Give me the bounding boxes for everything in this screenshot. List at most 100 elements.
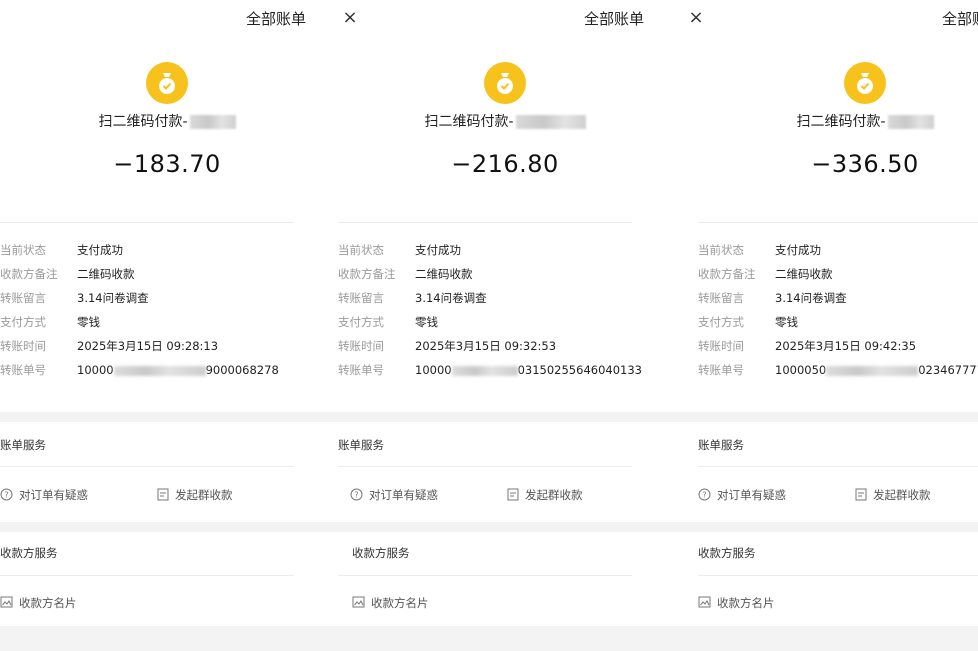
svg-text:?: ? [4,490,8,499]
bottom-band [678,626,978,651]
detail-label: 转账时间 [698,339,744,353]
section-gap [332,412,678,422]
bottom-band [332,626,678,651]
order-query-button[interactable]: ? 对订单有疑惑 [350,487,438,504]
detail-label: 转账单号 [698,363,744,377]
divider [698,466,978,467]
close-icon[interactable]: × [686,6,706,30]
detail-value: 支付成功 [775,243,821,257]
detail-label: 支付方式 [0,315,46,329]
group-collect-button[interactable]: 发起群收款 [507,487,583,504]
close-icon[interactable]: × [340,6,360,30]
detail-value: 二维码收款 [77,267,135,281]
detail-value: 支付成功 [77,243,123,257]
document-icon [507,488,519,504]
bill-detail-panel-2: × 全部账单 扫二维码付款- −216.80 当前状态 支付成功 收款方备注 二维码… [332,0,678,651]
payee-service-title: 收款方服务 [698,546,756,560]
detail-value: 支付成功 [415,243,461,257]
detail-value: 2025年3月15日 09:42:35 [775,339,917,353]
bill-service-title: 账单服务 [698,438,744,452]
divider [0,222,294,223]
all-bills-link[interactable]: 全部账单 [942,8,978,29]
document-icon [855,488,867,504]
redacted-serial [113,365,206,376]
order-query-button[interactable]: ? 对订单有疑惑 [698,487,786,504]
detail-value: 零钱 [775,315,798,329]
section-gap [332,522,678,532]
image-card-icon [352,596,365,611]
payment-amount: −216.80 [451,150,559,178]
bill-service-title: 账单服务 [338,438,384,452]
section-gap [678,522,978,532]
detail-label: 转账留言 [698,291,744,305]
payee-card-button[interactable]: 收款方名片 [352,595,429,611]
redacted-serial [826,365,919,376]
payee-card-button[interactable]: 收款方名片 [0,595,77,611]
document-icon [157,488,169,504]
detail-value: 二维码收款 [415,267,473,281]
bill-detail-panel-3: × 全部账单 扫二维码付款- −336.50 当前状态 支付成功 收款方备注 二维码… [678,0,978,651]
question-circle-icon: ? [698,488,711,504]
divider [698,222,978,223]
screenshot-strip: 全部账单 扫二维码付款- −183.70 当前状态 支付成功 收款方备注 二维码收款… [0,0,978,651]
detail-label: 转账留言 [0,291,46,305]
money-bag-icon [844,62,886,104]
detail-value: 3.14问卷调查 [415,291,487,305]
image-card-icon [0,596,13,611]
order-query-button[interactable]: ? 对订单有疑惑 [0,487,88,504]
question-circle-icon: ? [0,488,13,504]
all-bills-link[interactable]: 全部账单 [584,8,644,29]
detail-label: 转账单号 [0,363,46,377]
detail-label: 当前状态 [0,243,46,257]
detail-label: 转账留言 [338,291,384,305]
all-bills-link[interactable]: 全部账单 [246,8,306,29]
merchant-name: 扫二维码付款- [332,111,678,131]
payee-card-button[interactable]: 收款方名片 [698,595,775,611]
detail-value: 2025年3月15日 09:32:53 [415,339,557,353]
question-circle-icon: ? [350,488,363,504]
detail-label: 转账时间 [338,339,384,353]
detail-label: 转账时间 [0,339,46,353]
detail-label: 支付方式 [698,315,744,329]
serial-number: 10000 03150255646040133 [415,363,642,377]
divider [338,575,632,576]
redacted-merchant [189,115,236,129]
detail-label: 支付方式 [338,315,384,329]
merchant-name: 扫二维码付款- [678,111,978,131]
detail-value: 二维码收款 [775,267,833,281]
bill-service-title: 账单服务 [0,438,46,452]
detail-label: 收款方备注 [698,267,756,281]
payment-amount: −183.70 [113,150,221,178]
divider [338,222,632,223]
divider [0,575,294,576]
detail-value: 3.14问卷调查 [775,291,847,305]
detail-value: 2025年3月15日 09:28:13 [77,339,219,353]
detail-value: 3.14问卷调查 [77,291,149,305]
money-bag-icon [484,62,526,104]
divider [0,466,294,467]
redacted-merchant [515,115,586,129]
svg-text:?: ? [702,490,706,499]
payee-service-title: 收款方服务 [352,546,410,560]
image-card-icon [698,596,711,611]
merchant-name: 扫二维码付款- [0,111,340,131]
serial-number: 10000 9000068278 [77,363,279,377]
section-gap [0,412,340,422]
detail-value: 零钱 [415,315,438,329]
bill-detail-panel-1: 全部账单 扫二维码付款- −183.70 当前状态 支付成功 收款方备注 二维码收款… [0,0,340,651]
svg-text:?: ? [354,490,358,499]
divider [698,575,978,576]
section-gap [678,412,978,422]
group-collect-button[interactable]: 发起群收款 [855,487,931,504]
detail-label: 收款方备注 [0,267,58,281]
detail-value: 零钱 [77,315,100,329]
payee-service-title: 收款方服务 [0,546,58,560]
serial-number: 1000050 023467777 [775,363,978,377]
detail-label: 当前状态 [338,243,384,257]
group-collect-button[interactable]: 发起群收款 [157,487,233,504]
section-gap [0,522,340,532]
detail-label: 收款方备注 [338,267,396,281]
money-bag-icon [146,62,188,104]
detail-label: 当前状态 [698,243,744,257]
bottom-band [0,626,340,651]
